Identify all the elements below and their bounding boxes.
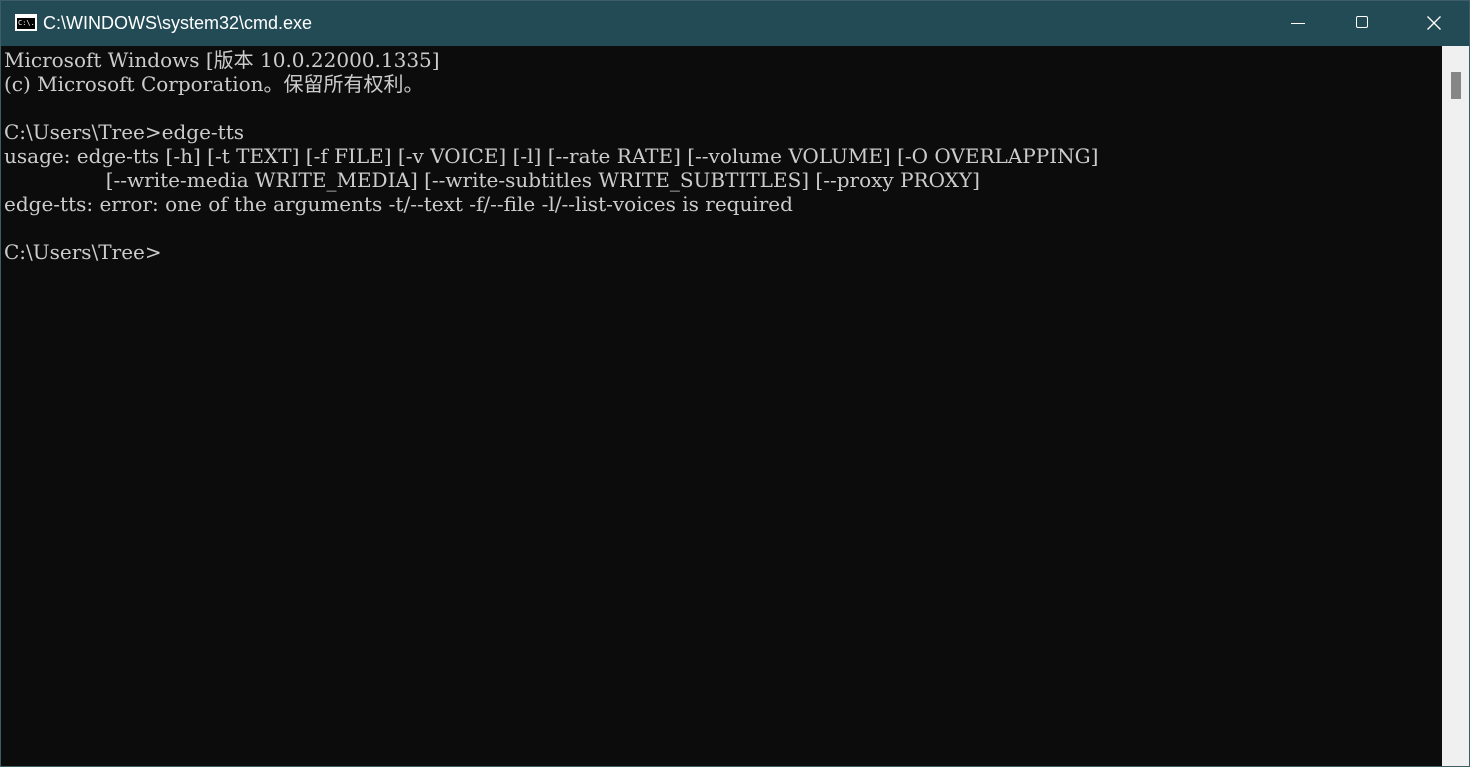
cmd-window: C:\. C:\WINDOWS\system32\cmd.exe Microso… bbox=[0, 0, 1470, 767]
console-line-windows-version: Microsoft Windows [版本 10.0.22000.1335] bbox=[4, 48, 440, 72]
vertical-scrollbar[interactable] bbox=[1442, 46, 1469, 766]
console-line-usage-continued: [--write-media WRITE_MEDIA] [--write-sub… bbox=[4, 168, 980, 192]
title-bar[interactable]: C:\. C:\WINDOWS\system32\cmd.exe bbox=[1, 1, 1469, 46]
console-line-copyright: (c) Microsoft Corporation。保留所有权利。 bbox=[4, 72, 424, 96]
window-title: C:\WINDOWS\system32\cmd.exe bbox=[43, 13, 313, 33]
maximize-icon bbox=[1356, 16, 1368, 28]
minimize-button[interactable] bbox=[1263, 1, 1333, 46]
close-button[interactable] bbox=[1399, 1, 1469, 46]
console-line-usage: usage: edge-tts [-h] [-t TEXT] [-f FILE]… bbox=[4, 144, 1099, 168]
console-line-error: edge-tts: error: one of the arguments -t… bbox=[4, 192, 793, 216]
scrollbar-thumb[interactable] bbox=[1451, 72, 1461, 99]
console-line-command: C:\Users\Tree>edge-tts bbox=[4, 120, 244, 144]
cmd-icon-text: C:\. bbox=[17, 18, 35, 29]
console-prompt[interactable]: C:\Users\Tree> bbox=[4, 240, 162, 264]
cmd-icon[interactable]: C:\. bbox=[15, 14, 37, 31]
maximize-button[interactable] bbox=[1328, 1, 1398, 46]
console-output[interactable]: Microsoft Windows [版本 10.0.22000.1335] (… bbox=[1, 46, 1442, 766]
minimize-icon bbox=[1291, 23, 1305, 24]
close-icon bbox=[1427, 16, 1441, 30]
